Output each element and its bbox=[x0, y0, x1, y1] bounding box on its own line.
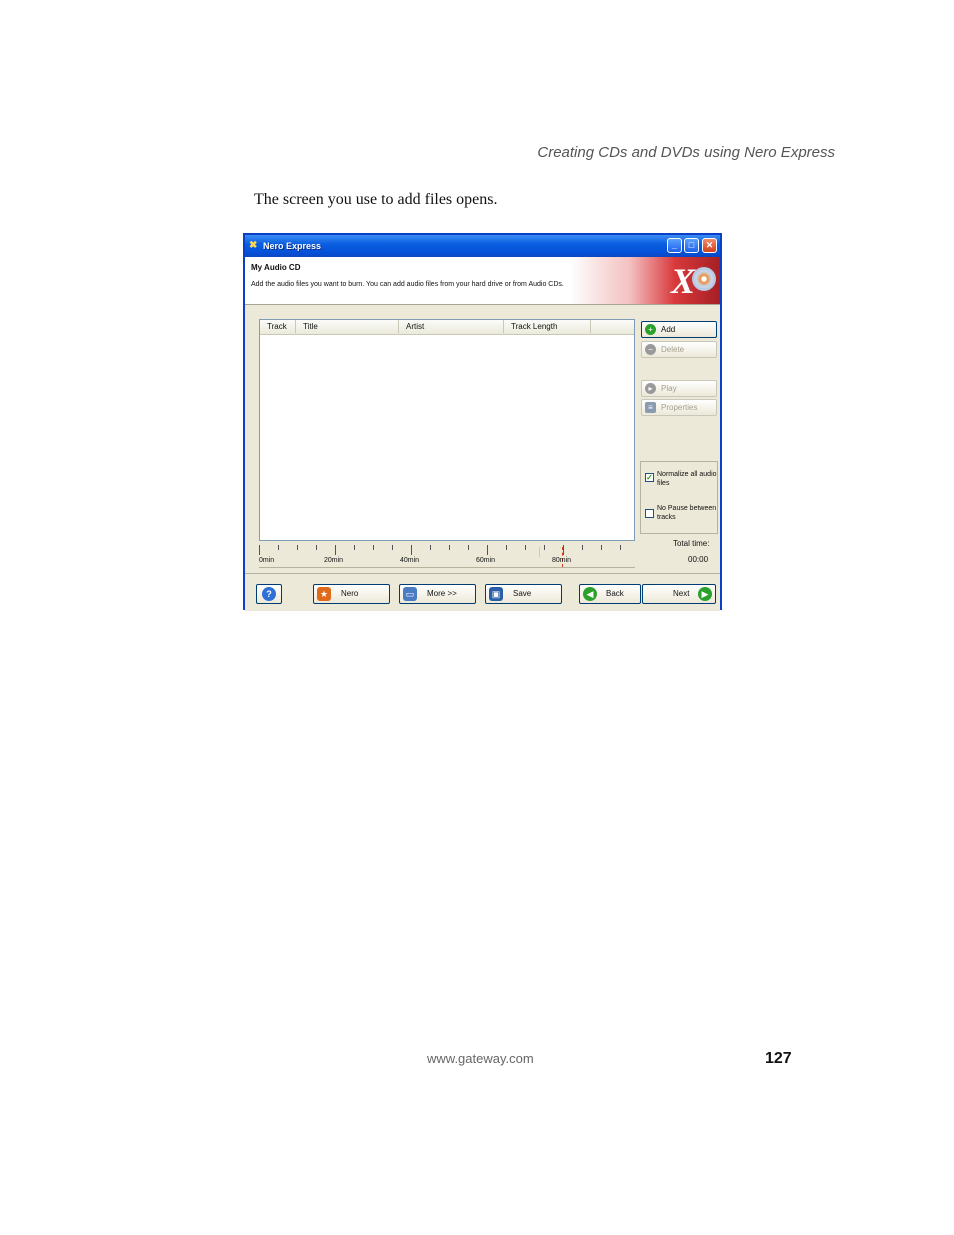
minimize-button[interactable]: _ bbox=[667, 238, 682, 253]
ruler-label-40min: 40min bbox=[400, 557, 420, 564]
ruler-tick bbox=[563, 545, 564, 555]
ruler-tick bbox=[544, 545, 545, 550]
next-arrow-icon: ▶ bbox=[698, 587, 712, 601]
close-button[interactable]: ✕ bbox=[702, 238, 717, 253]
ruler-tick bbox=[430, 545, 431, 550]
no-pause-label: No Pause between tracks bbox=[657, 505, 717, 521]
help-icon: ? bbox=[262, 587, 276, 601]
more-window-icon: ▭ bbox=[403, 587, 417, 601]
play-circle-icon: ▸ bbox=[645, 383, 656, 394]
ruler-tick bbox=[316, 545, 317, 550]
page-description: Add the audio files you want to burn. Yo… bbox=[251, 281, 564, 288]
ruler-tick bbox=[506, 545, 507, 550]
audio-options-group: ✓ Normalize all audio files No Pause bet… bbox=[640, 461, 718, 534]
next-button[interactable]: Next ▶ bbox=[642, 584, 716, 604]
window-title: Nero Express bbox=[263, 241, 322, 251]
column-header-artist[interactable]: Artist bbox=[399, 320, 504, 333]
nero-button[interactable]: ★ Nero bbox=[313, 584, 390, 604]
ruler-tick bbox=[278, 545, 279, 550]
add-green-circle-icon: + bbox=[645, 324, 656, 335]
ruler-tick bbox=[392, 545, 393, 550]
minimize-icon: _ bbox=[671, 240, 677, 250]
ruler-label-60min: 60min bbox=[476, 557, 496, 564]
back-button[interactable]: ◀ Back bbox=[579, 584, 641, 604]
total-time-value: 00:00 bbox=[688, 555, 709, 564]
ruler-tick bbox=[525, 545, 526, 550]
nero-app-icon: ✖ bbox=[249, 240, 258, 251]
capacity-warning-marker bbox=[539, 547, 540, 557]
ruler-tick bbox=[620, 545, 621, 550]
ruler-label-20min: 20min bbox=[324, 557, 344, 564]
running-header: Creating CDs and DVDs using Nero Express bbox=[537, 144, 835, 161]
normalize-checkbox[interactable]: ✓ bbox=[645, 473, 654, 482]
title-bar[interactable]: ✖ Nero Express _ □ ✕ bbox=[245, 235, 720, 257]
page-number: 127 bbox=[765, 1050, 792, 1067]
ruler-tick bbox=[354, 545, 355, 550]
intro-text: The screen you use to add files opens. bbox=[254, 191, 498, 208]
ruler-tick bbox=[449, 545, 450, 550]
ruler-tick bbox=[297, 545, 298, 550]
maximize-icon: □ bbox=[688, 240, 695, 250]
add-button[interactable]: + Add bbox=[641, 321, 717, 338]
close-icon: ✕ bbox=[705, 240, 714, 250]
bottom-button-bar: ? ★ Nero ▭ More >> ▣ Save ◀ Back Next ▶ bbox=[245, 573, 720, 611]
total-time-label: Total time: bbox=[673, 539, 710, 548]
ruler-tick bbox=[601, 545, 602, 550]
back-arrow-icon: ◀ bbox=[583, 587, 597, 601]
capacity-ruler: 0min 20min 40min 60min 80min bbox=[259, 545, 635, 568]
ruler-label-0min: 0min bbox=[259, 557, 275, 564]
ruler-tick bbox=[335, 545, 336, 555]
ruler-tick bbox=[468, 545, 469, 550]
ruler-tick bbox=[259, 545, 260, 555]
ruler-label-80min: 80min bbox=[552, 557, 572, 564]
header-banner: X My Audio CD Add the audio files you wa… bbox=[245, 257, 720, 305]
delete-circle-icon: − bbox=[645, 344, 656, 355]
track-list-header: Track Title Artist Track Length bbox=[260, 320, 634, 335]
help-button[interactable]: ? bbox=[256, 584, 282, 604]
nero-express-window: ✖ Nero Express _ □ ✕ X My Audio CD Add t… bbox=[243, 233, 722, 611]
track-list[interactable]: Track Title Artist Track Length bbox=[259, 319, 635, 541]
nero-flame-icon: ★ bbox=[317, 587, 331, 601]
properties-button[interactable]: ≡ Properties bbox=[641, 399, 717, 416]
ruler-tick bbox=[411, 545, 412, 555]
normalize-label: Normalize all audio files bbox=[657, 471, 717, 487]
no-pause-checkbox[interactable] bbox=[645, 509, 654, 518]
play-button[interactable]: ▸ Play bbox=[641, 380, 717, 397]
floppy-disk-icon: ▣ bbox=[489, 587, 503, 601]
disc-icon bbox=[692, 267, 716, 291]
ruler-tick bbox=[487, 545, 488, 555]
column-header-track-length[interactable]: Track Length bbox=[504, 320, 591, 333]
column-header-title[interactable]: Title bbox=[296, 320, 399, 333]
save-button[interactable]: ▣ Save bbox=[485, 584, 562, 604]
maximize-button[interactable]: □ bbox=[684, 238, 699, 253]
page-title: My Audio CD bbox=[251, 263, 301, 272]
ruler-tick bbox=[373, 545, 374, 550]
more-button[interactable]: ▭ More >> bbox=[399, 584, 476, 604]
column-header-track[interactable]: Track bbox=[260, 320, 296, 333]
delete-button[interactable]: − Delete bbox=[641, 341, 717, 358]
ruler-tick bbox=[582, 545, 583, 550]
footer-url: www.gateway.com bbox=[427, 1051, 534, 1066]
properties-icon: ≡ bbox=[645, 402, 656, 413]
